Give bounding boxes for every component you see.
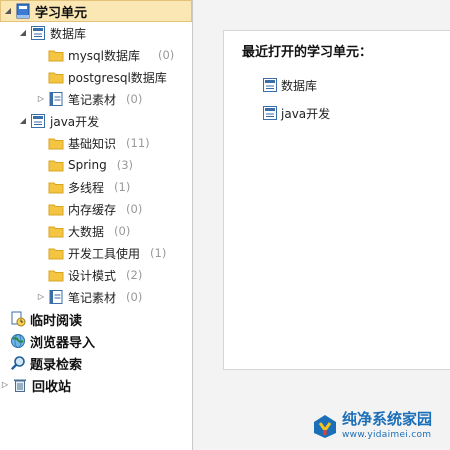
tree-folder-design-patterns[interactable]: 设计模式 (2) <box>48 264 142 286</box>
magnifier-icon <box>10 355 26 371</box>
expand-triangle-icon[interactable]: ◢ <box>18 28 28 38</box>
tree-folder-bigdata[interactable]: 大数据 (0) <box>48 220 130 242</box>
folder-label: 设计模式 <box>68 268 117 283</box>
recent-item-database[interactable]: 数据库 <box>262 76 317 94</box>
tree-item-label: 临时阅读 <box>30 313 83 329</box>
expand-triangle-icon[interactable]: ◢ <box>3 6 13 16</box>
tree-folder-postgresql[interactable]: postgresql数据库 <box>48 66 167 88</box>
recent-units-panel: 最近打开的学习单元： 数据库 java开发 <box>223 30 450 370</box>
folder-label: mysql数据库 <box>68 48 140 63</box>
folder-label: postgresql数据库 <box>68 70 167 85</box>
folder-icon <box>48 223 64 239</box>
tree-node-notes-java[interactable]: ▷ 笔记素材 (0) <box>36 286 142 308</box>
tree-node-database[interactable]: ◢ 数据库 <box>18 22 86 44</box>
folder-count: (0) <box>114 224 131 238</box>
tree-item-recycle-bin[interactable]: ▷ 回收站 <box>0 374 71 396</box>
tree-item-label: 浏览器导入 <box>30 335 96 351</box>
folder-icon <box>48 69 64 85</box>
tree-item-label: 题录检索 <box>30 357 83 373</box>
folder-icon <box>48 135 64 151</box>
folder-count: (0) <box>126 290 143 304</box>
tree-node-notes-db[interactable]: ▷ 笔记素材 (0) <box>36 88 142 110</box>
tree-root-study-units[interactable]: ◢ 学习单元 <box>0 0 192 22</box>
notebook-icon <box>30 113 46 129</box>
folder-icon <box>48 157 64 173</box>
tree-item-temp-reading[interactable]: 临时阅读 <box>10 308 82 330</box>
folder-count: (1) <box>114 180 131 194</box>
tree-folder-dev-tools[interactable]: 开发工具使用 (1) <box>48 242 166 264</box>
recent-item-label: java开发 <box>281 106 331 121</box>
notebook-icon <box>262 105 278 121</box>
folder-label: 基础知识 <box>68 136 117 151</box>
tree-node-label: java开发 <box>50 114 100 129</box>
folder-icon <box>48 179 64 195</box>
collapse-triangle-icon[interactable]: ▷ <box>0 380 10 390</box>
recent-item-java[interactable]: java开发 <box>262 104 330 122</box>
folder-label: Spring <box>68 158 107 172</box>
folder-label: 内存缓存 <box>68 202 117 217</box>
tree-item-label: 回收站 <box>32 379 72 395</box>
main-content: 最近打开的学习单元： 数据库 java开发 <box>193 0 450 450</box>
watermark-name: 纯净系统家园 <box>342 410 433 428</box>
collapse-triangle-icon[interactable]: ▷ <box>36 94 46 104</box>
folder-count: (3) <box>116 158 134 172</box>
folder-icon <box>48 245 64 261</box>
folder-icon <box>48 267 64 283</box>
folder-count: (0) <box>126 92 143 106</box>
folder-label: 大数据 <box>68 224 105 239</box>
tree-item-bib-search[interactable]: 题录检索 <box>10 352 82 374</box>
tree-folder-basics[interactable]: 基础知识 (11) <box>48 132 150 154</box>
tree-node-label: 笔记素材 <box>68 290 117 305</box>
notebook-icon <box>48 289 64 305</box>
watermark-logo-icon <box>312 413 338 442</box>
folder-count: (11) <box>126 136 150 150</box>
trash-icon <box>12 377 28 393</box>
clock-doc-icon <box>10 311 26 327</box>
tree-node-java[interactable]: ◢ java开发 <box>18 110 99 132</box>
tree-folder-multithread[interactable]: 多线程 (1) <box>48 176 130 198</box>
notebook-icon <box>262 77 278 93</box>
collapse-triangle-icon[interactable]: ▷ <box>36 292 46 302</box>
folder-count: (1) <box>150 246 167 260</box>
site-watermark: 纯净系统家园 www.yidaimei.com <box>312 411 446 443</box>
folder-label: 开发工具使用 <box>68 246 141 261</box>
globe-icon <box>10 333 26 349</box>
tree-node-label: 数据库 <box>50 26 87 41</box>
watermark-url: www.yidaimei.com <box>342 430 432 440</box>
folder-icon <box>48 47 64 63</box>
tree-folder-memory-cache[interactable]: 内存缓存 (0) <box>48 198 142 220</box>
tree-root-label: 学习单元 <box>35 5 88 21</box>
recent-panel-title: 最近打开的学习单元： <box>242 45 373 60</box>
folder-count: (2) <box>126 268 143 282</box>
tree-folder-mysql[interactable]: mysql数据库 (0) <box>48 44 174 66</box>
recent-item-label: 数据库 <box>281 78 318 93</box>
tree-node-label: 笔记素材 <box>68 92 117 107</box>
folder-label: 多线程 <box>68 180 105 195</box>
folder-icon <box>48 201 64 217</box>
folder-count: (0) <box>158 48 175 62</box>
watermark-text: 纯净系统家园 www.yidaimei.com <box>342 411 432 443</box>
tree-folder-spring[interactable]: Spring (3) <box>48 154 133 176</box>
folder-count: (0) <box>126 202 143 216</box>
expand-triangle-icon[interactable]: ◢ <box>18 116 28 126</box>
notebook-icon <box>30 25 46 41</box>
notebook-icon <box>48 91 64 107</box>
tree-item-browser-import[interactable]: 浏览器导入 <box>10 330 95 352</box>
book-icon <box>15 3 31 19</box>
sidebar-tree: ◢ 学习单元 ◢ 数据库 mysql数据库 (0) postgresql数据库 … <box>0 0 193 450</box>
